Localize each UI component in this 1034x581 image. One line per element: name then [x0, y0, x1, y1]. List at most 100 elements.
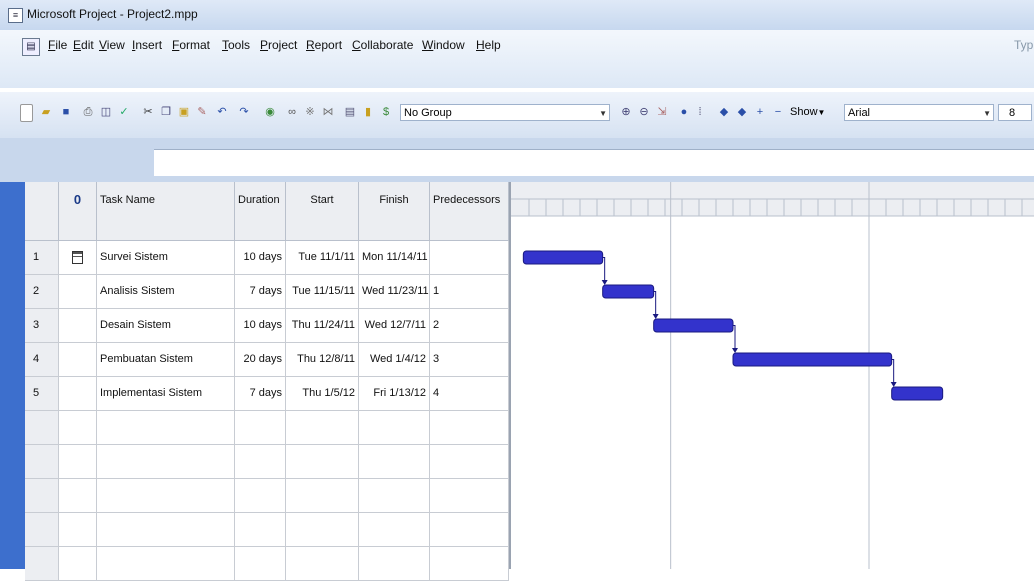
entry-field[interactable]	[154, 149, 1034, 176]
indicator-cell[interactable]	[59, 275, 97, 308]
table-row[interactable]	[25, 513, 509, 547]
start-header[interactable]: Start	[286, 182, 359, 241]
row-id[interactable]	[25, 547, 59, 580]
duration-cell[interactable]: 7 days	[235, 377, 286, 410]
duration-cell[interactable]: 10 days	[235, 241, 286, 274]
paste-icon[interactable]: ▣	[176, 104, 192, 120]
finish-header[interactable]: Finish	[359, 182, 430, 241]
table-row[interactable]: 2 Analisis Sistem 7 days Tue 11/15/11 Wed 11…	[25, 275, 509, 309]
indicator-cell[interactable]	[59, 479, 97, 512]
menu-help[interactable]: Help	[476, 38, 501, 52]
row-id[interactable]	[25, 513, 59, 546]
type-a-question-box[interactable]: Typ	[1014, 38, 1033, 52]
font-size-select[interactable]: 8	[998, 104, 1032, 121]
task-name-cell[interactable]	[97, 411, 235, 444]
row-id[interactable]: 2	[25, 275, 59, 308]
duration-cell[interactable]	[235, 479, 286, 512]
indicator-cell[interactable]	[59, 411, 97, 444]
predecessors-header[interactable]: Predecessors	[430, 182, 509, 241]
predecessors-cell[interactable]	[430, 445, 509, 478]
view-bar[interactable]	[0, 182, 25, 569]
redo-icon[interactable]: ↷	[236, 104, 252, 120]
predecessors-cell[interactable]: 4	[430, 377, 509, 410]
finish-cell[interactable]	[359, 547, 430, 580]
table-row[interactable]	[25, 411, 509, 445]
document-control-icon[interactable]: ▤	[22, 38, 40, 56]
finish-cell[interactable]	[359, 513, 430, 546]
task-name-cell[interactable]: Desain Sistem	[97, 309, 235, 342]
indicator-cell[interactable]	[59, 343, 97, 376]
finish-cell[interactable]: Mon 11/14/11	[359, 241, 430, 274]
finish-cell[interactable]	[359, 445, 430, 478]
unlink-tasks-icon[interactable]: ※	[302, 104, 318, 120]
task-bar[interactable]	[891, 386, 944, 401]
start-cell[interactable]	[286, 479, 359, 512]
row-id[interactable]	[25, 411, 59, 444]
link-tasks-icon[interactable]: ∞	[284, 104, 300, 120]
finish-cell[interactable]	[359, 411, 430, 444]
duration-header[interactable]: Duration	[235, 182, 286, 241]
table-row[interactable]: 1 Survei Sistem 10 days Tue 11/1/11 Mon 11/1…	[25, 241, 509, 275]
help-icon[interactable]: ●	[676, 104, 692, 120]
menu-insert[interactable]: Insert	[132, 38, 162, 52]
table-row[interactable]: 5 Implementasi Sistem 7 days Thu 1/5/12 Fri …	[25, 377, 509, 411]
toolbar-options-icon[interactable]: ⁞	[696, 104, 704, 120]
predecessors-cell[interactable]: 3	[430, 343, 509, 376]
indicator-cell[interactable]	[59, 241, 97, 274]
predecessors-cell[interactable]	[430, 513, 509, 546]
spelling-icon[interactable]: ✓	[116, 104, 132, 120]
menu-file[interactable]: File	[48, 38, 67, 52]
start-cell[interactable]: Thu 12/8/11	[286, 343, 359, 376]
task-bar[interactable]	[732, 352, 893, 367]
finish-cell[interactable]	[359, 479, 430, 512]
task-name-cell[interactable]	[97, 547, 235, 580]
format-painter-icon[interactable]: ✎	[194, 104, 210, 120]
task-name-header[interactable]: Task Name	[97, 182, 235, 241]
print-icon[interactable]: ⎙	[80, 104, 96, 120]
predecessors-cell[interactable]	[430, 547, 509, 580]
row-id[interactable]: 5	[25, 377, 59, 410]
menu-format[interactable]: Format	[172, 38, 210, 52]
assign-resources-icon[interactable]: $	[378, 104, 394, 120]
table-row[interactable]: 4 Pembuatan Sistem 20 days Thu 12/8/11 Wed 1…	[25, 343, 509, 377]
table-row[interactable]	[25, 547, 509, 581]
task-name-cell[interactable]: Implementasi Sistem	[97, 377, 235, 410]
duration-cell[interactable]: 7 days	[235, 275, 286, 308]
finish-cell[interactable]: Wed 1/4/12	[359, 343, 430, 376]
duration-cell[interactable]	[235, 445, 286, 478]
task-name-cell[interactable]	[97, 479, 235, 512]
task-name-cell[interactable]	[97, 445, 235, 478]
table-row[interactable]: 3 Desain Sistem 10 days Thu 11/24/11 Wed 12/…	[25, 309, 509, 343]
menu-edit[interactable]: Edit	[73, 38, 94, 52]
indicator-cell[interactable]	[59, 547, 97, 580]
finish-cell[interactable]: Wed 11/23/11	[359, 275, 430, 308]
indicator-cell[interactable]	[59, 377, 97, 410]
start-cell[interactable]: Tue 11/1/11	[286, 241, 359, 274]
indicator-cell[interactable]	[59, 309, 97, 342]
zoom-out-icon[interactable]: ⊖	[636, 104, 652, 120]
predecessors-cell[interactable]	[430, 411, 509, 444]
font-select[interactable]: Arial ▼	[844, 104, 994, 121]
start-cell[interactable]	[286, 547, 359, 580]
show-subtasks-icon[interactable]: +	[752, 104, 768, 120]
row-id[interactable]: 4	[25, 343, 59, 376]
start-cell[interactable]: Thu 11/24/11	[286, 309, 359, 342]
duration-cell[interactable]: 20 days	[235, 343, 286, 376]
task-bar[interactable]	[602, 284, 655, 299]
task-information-icon[interactable]: ▤	[342, 104, 358, 120]
gantt-chart[interactable]: November 2011December 2011January 201230…	[509, 182, 1034, 569]
indicator-cell[interactable]	[59, 445, 97, 478]
task-bar[interactable]	[522, 250, 604, 265]
row-id[interactable]: 1	[25, 241, 59, 274]
predecessors-cell[interactable]	[430, 479, 509, 512]
row-id[interactable]	[25, 479, 59, 512]
split-task-icon[interactable]: ⋈	[320, 104, 336, 120]
open-icon[interactable]: ▰	[38, 104, 54, 120]
menu-view[interactable]: View	[99, 38, 125, 52]
hyperlink-icon[interactable]: ◉	[262, 104, 278, 120]
start-cell[interactable]	[286, 445, 359, 478]
undo-icon[interactable]: ↶	[214, 104, 230, 120]
start-cell[interactable]: Tue 11/15/11	[286, 275, 359, 308]
menu-collaborate[interactable]: Collaborate	[352, 38, 413, 52]
duration-cell[interactable]	[235, 513, 286, 546]
